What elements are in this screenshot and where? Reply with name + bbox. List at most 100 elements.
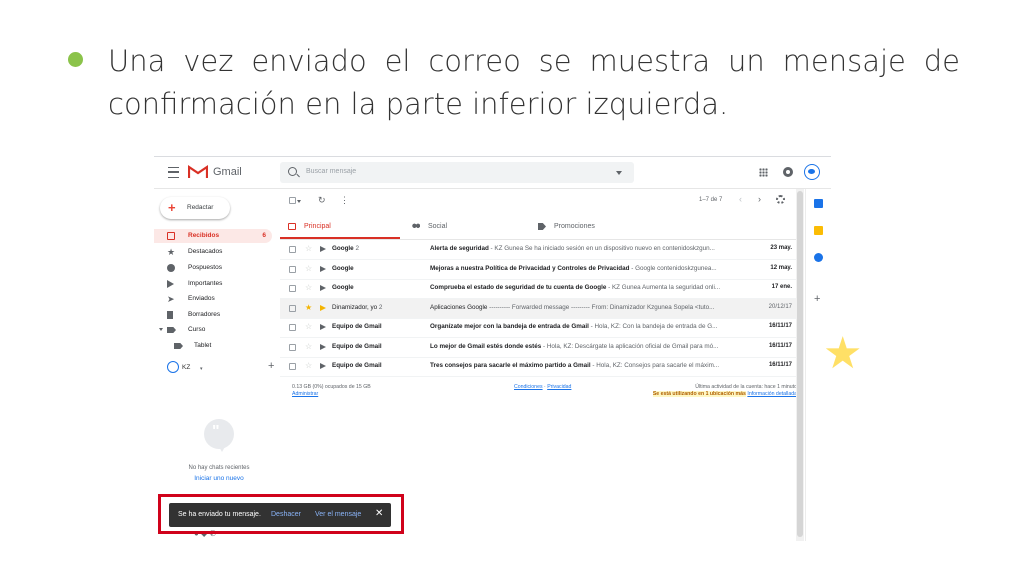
locations-warning: Se está utilizando en 1 ubicación más	[652, 391, 746, 397]
search-icon[interactable]	[288, 167, 297, 176]
tab-principal[interactable]: Principal	[280, 215, 400, 239]
decorative-star-icon: ★	[823, 328, 863, 379]
star-icon[interactable]: ☆	[305, 342, 312, 351]
hangouts-bubble-icon: "	[204, 419, 234, 452]
email-row[interactable]: ★ Dinamizador, yo 2 Aplicaciones Google …	[280, 299, 800, 319]
apps-grid-icon[interactable]	[759, 168, 768, 177]
row-checkbox[interactable]	[289, 324, 296, 331]
keep-icon[interactable]	[814, 226, 823, 235]
gmail-logo-text: Gmail	[213, 166, 242, 178]
people-icon	[412, 223, 420, 230]
tab-social[interactable]: Social	[404, 215, 524, 239]
compose-label: Redactar	[187, 204, 214, 211]
email-row[interactable]: ☆ Google Comprueba el estado de segurida…	[280, 279, 800, 299]
add-addon-icon[interactable]: +	[814, 293, 820, 305]
row-checkbox[interactable]	[289, 246, 296, 253]
activity-details: Se está utilizando en 1 ubicación más In…	[652, 391, 797, 397]
email-sender: Equipo de Gmail	[332, 323, 382, 330]
email-sender: Equipo de Gmail	[332, 343, 382, 350]
sidebar-item-starred[interactable]: ★ Destacados	[154, 245, 272, 259]
hangouts-user[interactable]: KZ ▾ +	[164, 360, 284, 376]
slide-text-line-2: confirmación en la parte inferior izquie…	[108, 87, 729, 121]
row-checkbox[interactable]	[289, 266, 296, 273]
sidebar-item-label: Importantes	[188, 280, 223, 287]
row-checkbox[interactable]	[289, 305, 296, 312]
important-icon[interactable]	[320, 285, 326, 291]
refresh-icon[interactable]: ↻	[318, 195, 326, 206]
sidebar-item-important[interactable]: Importantes	[154, 277, 272, 291]
send-icon: ➤	[167, 294, 175, 304]
important-icon[interactable]	[320, 266, 326, 272]
star-icon[interactable]: ☆	[305, 244, 312, 253]
notifications-icon[interactable]	[783, 167, 793, 177]
add-contact-icon[interactable]: +	[268, 360, 274, 372]
avatar[interactable]	[804, 164, 820, 180]
start-new-chat-link[interactable]: Iniciar uno nuevo	[166, 475, 272, 482]
email-subject: Comprueba el estado de seguridad de tu c…	[430, 284, 721, 291]
row-checkbox[interactable]	[289, 285, 296, 292]
email-date: 16/11/17	[768, 343, 792, 349]
email-subject: Organízate mejor con la bandeja de entra…	[430, 323, 718, 330]
chevron-down-icon[interactable]	[297, 200, 301, 203]
inbox-icon	[167, 232, 175, 240]
search-input[interactable]: Buscar mensaje	[306, 168, 356, 175]
star-icon[interactable]: ★	[305, 303, 312, 312]
bullet-dot	[68, 52, 83, 67]
sidebar-item-inbox[interactable]: Recibidos 6	[154, 229, 272, 243]
star-icon[interactable]: ☆	[305, 361, 312, 370]
terms-link[interactable]: Condiciones	[514, 384, 543, 390]
important-icon[interactable]	[320, 305, 326, 311]
row-checkbox[interactable]	[289, 363, 296, 370]
chevron-down-icon[interactable]: ▾	[200, 366, 203, 372]
category-tabs: Principal Social Promociones	[280, 215, 800, 240]
label-icon	[167, 327, 176, 333]
important-icon[interactable]	[320, 246, 326, 252]
important-icon[interactable]	[320, 324, 326, 330]
star-icon[interactable]: ☆	[305, 283, 312, 292]
manage-storage-link[interactable]: Administrar	[292, 391, 318, 397]
sidebar-item-curso[interactable]: Curso	[154, 323, 272, 337]
sidebar-item-label: Borradores	[188, 311, 221, 318]
email-date: 17 ene.	[771, 284, 792, 290]
sidebar-item-sent[interactable]: ➤ Enviados	[154, 292, 272, 306]
scrollbar[interactable]	[796, 189, 804, 541]
gear-icon[interactable]	[776, 195, 785, 204]
sidebar-item-drafts[interactable]: Borradores	[154, 308, 272, 322]
tab-label: Promociones	[554, 223, 595, 230]
more-options-icon[interactable]: ⋮	[340, 195, 349, 206]
draft-icon	[167, 311, 173, 319]
slide-text: Una vez enviado el correo se muestra un …	[108, 40, 960, 126]
compose-button[interactable]: + Redactar	[160, 197, 230, 219]
star-icon[interactable]: ☆	[305, 322, 312, 331]
row-checkbox[interactable]	[289, 344, 296, 351]
chevron-down-icon[interactable]	[159, 328, 163, 331]
storage-usage: 0.13 GB (0%) ocupados de 15 GB	[292, 384, 371, 390]
gmail-header: Gmail Buscar mensaje	[154, 157, 831, 189]
tasks-icon[interactable]	[814, 253, 823, 262]
star-icon[interactable]: ☆	[305, 264, 312, 273]
email-row[interactable]: ☆ Google 2 Alerta de seguridad - KZ Gune…	[280, 240, 800, 260]
chevron-right-icon[interactable]: ›	[758, 194, 761, 204]
details-link[interactable]: Información detallada	[747, 391, 797, 397]
search-bar[interactable]: Buscar mensaje	[280, 162, 634, 183]
tab-promociones[interactable]: Promociones	[530, 215, 660, 239]
scrollbar-thumb[interactable]	[797, 191, 803, 537]
email-row[interactable]: ☆ Equipo de Gmail Tres consejos para sac…	[280, 357, 800, 377]
important-icon[interactable]	[320, 363, 326, 369]
important-icon[interactable]	[320, 344, 326, 350]
calendar-icon[interactable]	[814, 199, 823, 208]
email-row[interactable]: ☆ Equipo de Gmail Lo mejor de Gmail esté…	[280, 338, 800, 358]
last-activity: Última actividad de la cuenta: hace 1 mi…	[695, 384, 797, 390]
sidebar-item-label: Enviados	[188, 295, 215, 302]
privacy-link[interactable]: Privacidad	[547, 384, 571, 390]
menu-icon[interactable]	[168, 167, 179, 178]
chevron-left-icon[interactable]: ‹	[739, 194, 742, 204]
email-row[interactable]: ☆ Equipo de Gmail Organízate mejor con l…	[280, 318, 800, 338]
sidebar-item-tablet[interactable]: Tablet	[154, 339, 272, 353]
sidebar-item-label: Curso	[188, 326, 206, 333]
search-options-icon[interactable]	[616, 171, 622, 175]
email-row[interactable]: ☆ Google Mejoras a nuestra Política de P…	[280, 260, 800, 280]
email-date: 16/11/17	[768, 362, 792, 368]
sidebar-item-snoozed[interactable]: Pospuestos	[154, 261, 272, 275]
select-all-checkbox[interactable]	[289, 197, 296, 204]
